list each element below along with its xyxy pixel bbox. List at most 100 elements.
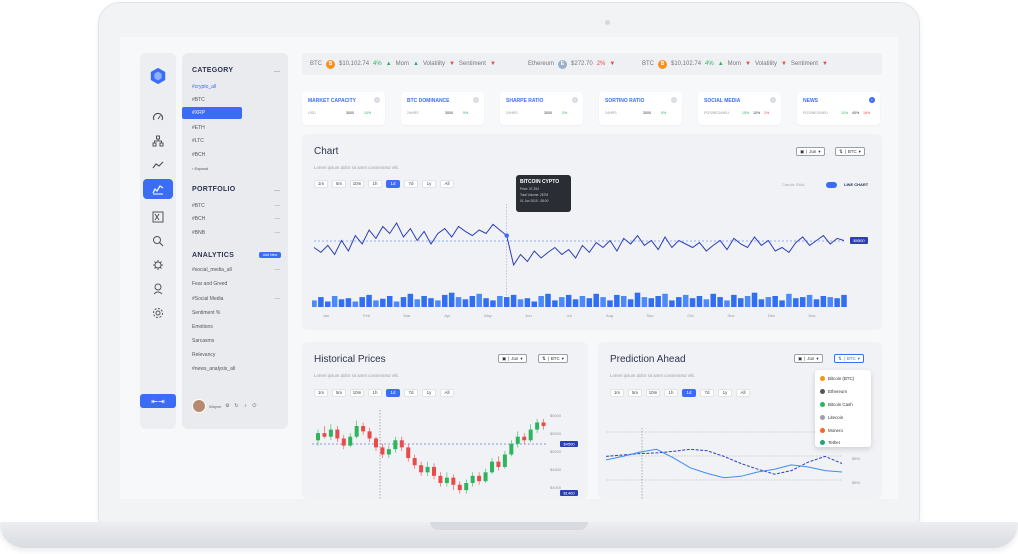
tf-10m[interactable]: 10m xyxy=(350,389,364,397)
menu-item-monero[interactable]: Monero xyxy=(820,428,843,433)
chart-type-toggle[interactable] xyxy=(826,182,837,188)
metric-card-sortino-ratio[interactable]: SORTINO RATIO i 24HRS 3000 5% xyxy=(599,92,682,125)
hierarchy-icon[interactable] xyxy=(148,131,168,151)
search-chart-icon[interactable] xyxy=(148,231,168,251)
volume-bar xyxy=(834,298,840,307)
info-icon[interactable]: i xyxy=(473,97,479,103)
tf-1y[interactable]: 1y xyxy=(718,389,732,397)
analytics-item-emotions[interactable]: Emotions xyxy=(192,324,213,330)
dashboard-gauge-icon[interactable] xyxy=(148,107,168,127)
refresh-icon[interactable]: ↻ xyxy=(233,403,239,409)
portfolio-item-bnb-remove-icon[interactable] xyxy=(275,232,280,233)
analytics-item-relevancy[interactable]: Relevancy xyxy=(192,352,215,358)
analytics-chart-icon[interactable] xyxy=(143,179,173,199)
candlestick-chart[interactable]: $6000$5500$5000$4500$4000$4500$1400 xyxy=(312,410,584,499)
analytics-item-sarcasms[interactable]: Sarcasms xyxy=(192,338,214,344)
portfolio-item-bch-remove-icon[interactable] xyxy=(275,218,280,219)
portfolio-collapse-icon[interactable] xyxy=(274,190,280,191)
tf-5m[interactable]: 5m xyxy=(628,389,642,397)
category-collapse-icon[interactable] xyxy=(274,71,280,72)
tf-10m[interactable]: 10m xyxy=(646,389,660,397)
main-price-chart[interactable]: Jan Feb Mar Apr May Jun Jul Aug Sep Oct Nov Dec Dec $… xyxy=(312,204,872,322)
portfolio-item-bnb[interactable]: #BNB xyxy=(192,230,205,236)
info-icon[interactable]: i xyxy=(572,97,578,103)
bell-icon[interactable]: ♪ xyxy=(242,403,248,409)
portfolio-item-bch[interactable]: #BCH xyxy=(192,216,205,222)
tf-1d[interactable]: 1d xyxy=(386,389,400,397)
tf-1m[interactable]: 1m xyxy=(610,389,624,397)
period-dropdown[interactable]: ▣ | Jun ▾ xyxy=(498,354,527,363)
analytics-item-sentiment[interactable]: Sentiment % xyxy=(192,310,220,316)
category-item-xrp[interactable]: #XRP xyxy=(182,107,242,119)
menu-item-tether[interactable]: Tether xyxy=(820,440,840,445)
metric-card-sharpe-ratio[interactable]: SHARPE RATIO i 24HRS 3000 3% xyxy=(500,92,583,125)
portfolio-item-btc-remove-icon[interactable] xyxy=(275,205,280,206)
tf-all[interactable]: All xyxy=(440,389,454,397)
analytics-item-social-media-all[interactable]: #social_media_all xyxy=(192,267,232,273)
tf-1d[interactable]: 1d xyxy=(682,389,696,397)
add-new-badge-button[interactable]: Add New xyxy=(259,252,281,258)
settings-icon[interactable]: ⚙ xyxy=(224,403,230,409)
candle-body xyxy=(541,422,546,427)
tf-7d[interactable]: 7d xyxy=(404,389,418,397)
category-item-crypto-all[interactable]: #crypto_all xyxy=(192,84,216,90)
menu-item-bitcoin[interactable]: Bitcoin (BTC) xyxy=(820,376,854,381)
coin-dropdown[interactable]: ⇅ | BTC ▾ xyxy=(835,147,865,156)
metric-neu: 16% xyxy=(863,111,871,115)
menu-item-litecoin[interactable]: Litecoin xyxy=(820,415,843,420)
analytics-item-social-media[interactable]: #Social Media xyxy=(192,296,223,302)
tf-1y[interactable]: 1y xyxy=(422,389,436,397)
coin-dropdown[interactable]: ⇅ | BTC ▾ xyxy=(538,354,568,363)
tf-1m[interactable]: 1m xyxy=(314,389,328,397)
ticker-item-btc-2[interactable]: BTC B $10,102.74 4% ▲ Mom ▼ Volatility ▼ Se… xyxy=(642,53,828,75)
period-dropdown[interactable]: ▣ | Jun ▾ xyxy=(794,354,823,363)
tf-7d[interactable]: 7d xyxy=(404,180,418,188)
tf-1h[interactable]: 1h xyxy=(368,180,382,188)
info-icon[interactable]: i xyxy=(671,97,677,103)
analytics-item-remove-icon[interactable] xyxy=(275,269,280,270)
category-item-bch[interactable]: #BCH xyxy=(192,152,205,158)
power-icon[interactable]: ⏻ xyxy=(251,403,257,409)
category-expand-link[interactable]: › Expand xyxy=(192,166,208,171)
info-icon[interactable]: i xyxy=(869,97,875,103)
tf-1h[interactable]: 1h xyxy=(664,389,678,397)
chevron-down-icon: ▾ xyxy=(816,355,819,361)
tf-7d[interactable]: 7d xyxy=(700,389,714,397)
tf-5m[interactable]: 5m xyxy=(332,180,346,188)
spreadsheet-icon[interactable] xyxy=(148,207,168,227)
tf-all[interactable]: All xyxy=(736,389,750,397)
tf-1d[interactable]: 1d xyxy=(386,180,400,188)
menu-item-bitcoin-cash[interactable]: Bitcoin Cash xyxy=(820,402,853,407)
metric-card-market-capacity[interactable]: MARKET CAPACITY i USD 3000 10% xyxy=(302,92,385,125)
user-profile[interactable]: Wayne ⚙ ↻ ♪ ⏻ xyxy=(192,399,257,413)
ticker-item-btc[interactable]: BTC B $10,102.74 4% ▲ Mom ▲ Volatility ▼ Se… xyxy=(310,53,496,75)
metric-card-btc-dominance[interactable]: BTC DOMINANCE i 24HRS 3000 5% xyxy=(401,92,484,125)
gear-icon[interactable] xyxy=(148,303,168,323)
analytics-item-remove-icon[interactable] xyxy=(275,298,280,299)
analytics-item-news-analysis-all[interactable]: #news_analysis_all xyxy=(192,366,235,372)
ticker-item-ethereum[interactable]: Ethereum E $272.70 2% ▼ xyxy=(528,53,615,75)
info-icon[interactable]: i xyxy=(770,97,776,103)
portfolio-item-btc[interactable]: #BTC xyxy=(192,203,205,209)
analytics-item-fear-greed[interactable]: Fear and Greed xyxy=(192,281,227,287)
category-item-btc[interactable]: #BTC xyxy=(192,97,205,103)
avatar[interactable] xyxy=(192,399,206,413)
coin-dropdown-open[interactable]: ⇅ | BTC ▾ xyxy=(834,354,864,363)
info-icon[interactable]: i xyxy=(374,97,380,103)
category-item-eth[interactable]: #ETH xyxy=(192,125,205,131)
tf-10m[interactable]: 10m xyxy=(350,180,364,188)
menu-item-ethereum[interactable]: Ethereum xyxy=(820,389,847,394)
category-item-ltc[interactable]: #LTC xyxy=(192,138,204,144)
tf-1m[interactable]: 1m xyxy=(314,180,328,188)
money-icon[interactable] xyxy=(148,279,168,299)
trend-icon[interactable] xyxy=(148,155,168,175)
tf-all[interactable]: All xyxy=(440,180,454,188)
tf-1h[interactable]: 1h xyxy=(368,389,382,397)
period-dropdown[interactable]: ▣ | Jun ▾ xyxy=(796,147,825,156)
metric-card-news[interactable]: NEWS i POS/NEG/NEU 10% 40% 16% xyxy=(797,92,880,125)
metric-card-social-media[interactable]: SOCIAL MEDIA i POS/NEG/NEU 15% 10% 3% xyxy=(698,92,781,125)
collapse-toggle-button[interactable]: ⇤⇥ xyxy=(140,394,176,408)
tf-1y[interactable]: 1y xyxy=(422,180,436,188)
virus-icon[interactable] xyxy=(148,255,168,275)
tf-5m[interactable]: 5m xyxy=(332,389,346,397)
